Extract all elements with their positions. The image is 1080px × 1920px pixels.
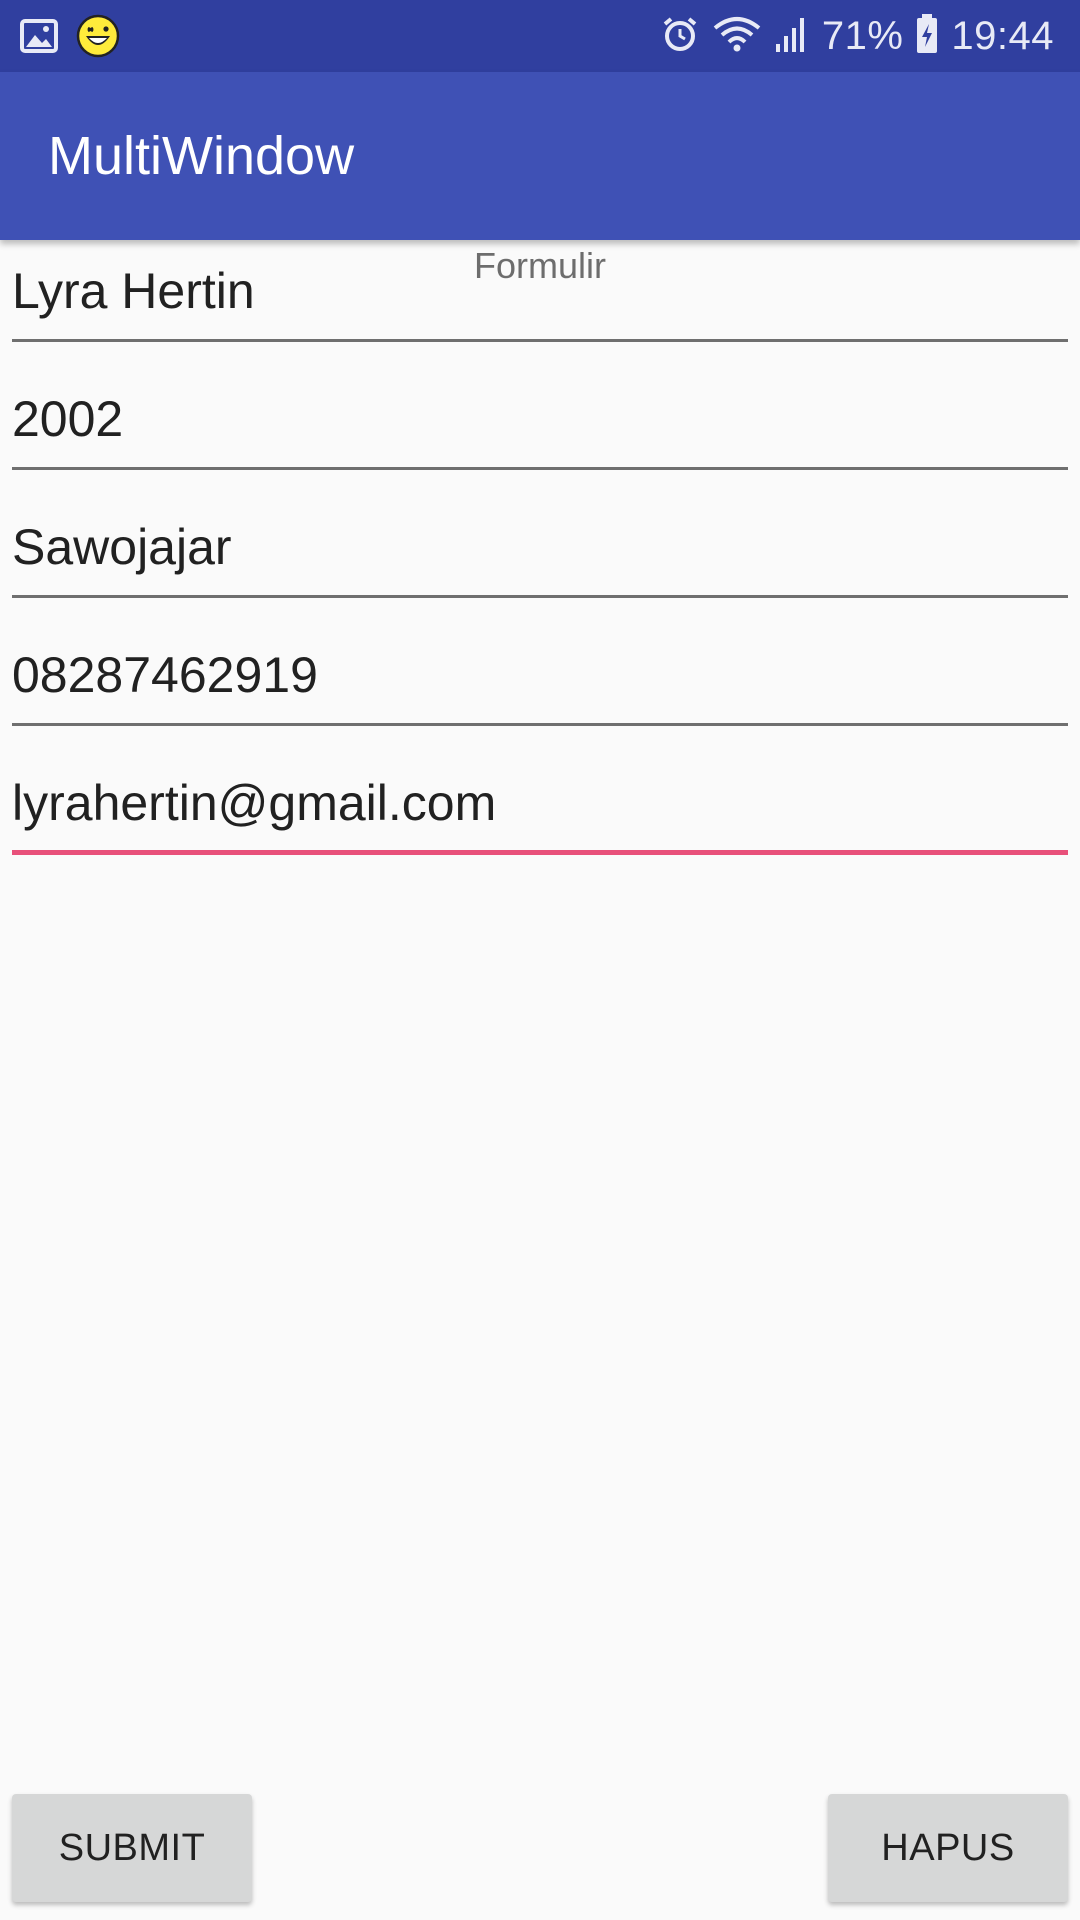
app-bar: MultiWindow [0, 72, 1080, 240]
phone-field[interactable] [12, 626, 1068, 726]
notification-icons [20, 14, 120, 63]
email-field[interactable] [12, 755, 1068, 855]
gallery-icon [20, 19, 58, 58]
emoji-icon [76, 14, 120, 63]
year-field[interactable] [12, 370, 1068, 470]
status-bar: 71% 19:44 [0, 0, 1080, 72]
wifi-icon [712, 14, 762, 59]
system-icons: 71% 19:44 [660, 10, 1054, 62]
address-field[interactable] [12, 498, 1068, 598]
app-title: MultiWindow [48, 126, 355, 186]
screen: 71% 19:44 MultiWindow Formulir SUBMIT HA… [0, 0, 1080, 1920]
signal-icon [774, 14, 810, 59]
alarm-icon [660, 14, 700, 59]
battery-percent: 71% [821, 14, 904, 58]
hapus-button[interactable]: HAPUS [828, 1794, 1068, 1902]
name-field[interactable] [12, 242, 1068, 342]
submit-button[interactable]: SUBMIT [12, 1794, 252, 1902]
clock: 19:44 [951, 14, 1054, 58]
battery-charging-icon [915, 13, 939, 60]
